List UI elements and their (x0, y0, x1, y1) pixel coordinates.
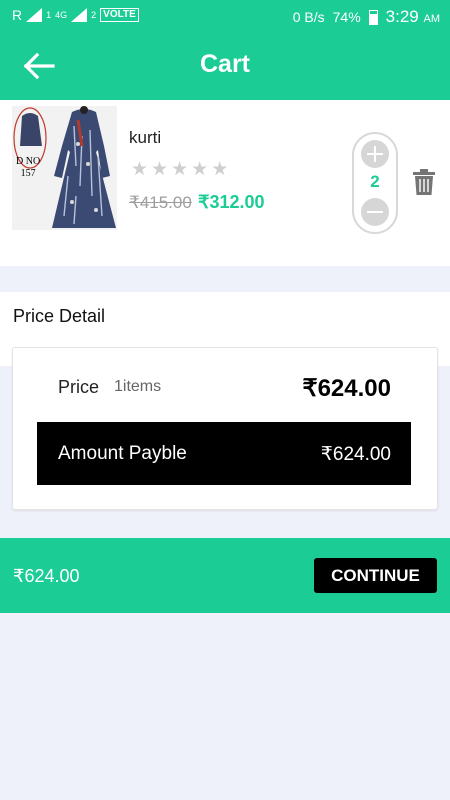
image-label-line1: D NO (16, 156, 41, 167)
data-speed: 0 B/s (292, 9, 325, 25)
battery-percent: 74% (332, 9, 361, 25)
quantity-stepper: 2 (352, 132, 398, 234)
battery-icon (368, 9, 378, 25)
clock: 3:29 AM (386, 7, 440, 27)
checkout-total: ₹624.00 (13, 566, 80, 586)
signal-icon (26, 8, 43, 22)
status-left: R 1 4G 2 VOLTE (12, 7, 139, 23)
star-icon: ★ (191, 159, 209, 180)
clock-time: 3:29 (385, 7, 419, 26)
trash-icon[interactable] (412, 168, 436, 196)
network-type: 4G (55, 9, 68, 20)
price-detail-heading: Price Detail (13, 306, 106, 326)
rating-stars: ★ ★ ★ ★ ★ (131, 158, 228, 181)
sim-slot-1: 1 (46, 9, 52, 20)
status-right: 0 B/s 74% 3:29 AM (293, 7, 440, 27)
decrement-button[interactable] (361, 198, 389, 226)
image-label-line2: 157 (20, 168, 36, 179)
amount-payable-label: Amount Payble (58, 443, 187, 464)
checkout-bar: ₹624.00 CONTINUE (0, 538, 450, 613)
items-count: 1items (114, 378, 162, 395)
star-icon: ★ (151, 159, 169, 180)
carrier-indicator: R (12, 7, 23, 23)
product-image[interactable]: D NO 157 (12, 106, 117, 230)
star-icon: ★ (131, 159, 149, 180)
price-value: ₹624.00 (302, 375, 391, 402)
amount-payable-row: Amount Payble ₹624.00 (37, 422, 411, 485)
increment-button[interactable] (361, 140, 389, 168)
clock-ampm: AM (423, 13, 441, 25)
price-label: Price (58, 377, 100, 397)
volte-badge: VOLTE (100, 8, 139, 22)
star-icon: ★ (171, 159, 189, 180)
original-price: ₹415.00 (129, 193, 192, 212)
product-name[interactable]: kurti (129, 128, 161, 148)
discounted-price: ₹312.00 (198, 192, 265, 212)
amount-payable-value: ₹624.00 (320, 444, 391, 465)
status-bar: R 1 4G 2 VOLTE 0 B/s 74% 3:29 AM (0, 0, 450, 32)
app-bar: Cart (0, 32, 450, 100)
quantity-value: 2 (370, 172, 380, 191)
star-icon: ★ (211, 159, 229, 180)
signal-icon (71, 8, 88, 22)
continue-button[interactable]: CONTINUE (314, 558, 437, 593)
image-label: D NO 157 (16, 156, 40, 180)
page-title: Cart (199, 50, 250, 78)
sim-slot-2: 2 (91, 9, 97, 20)
